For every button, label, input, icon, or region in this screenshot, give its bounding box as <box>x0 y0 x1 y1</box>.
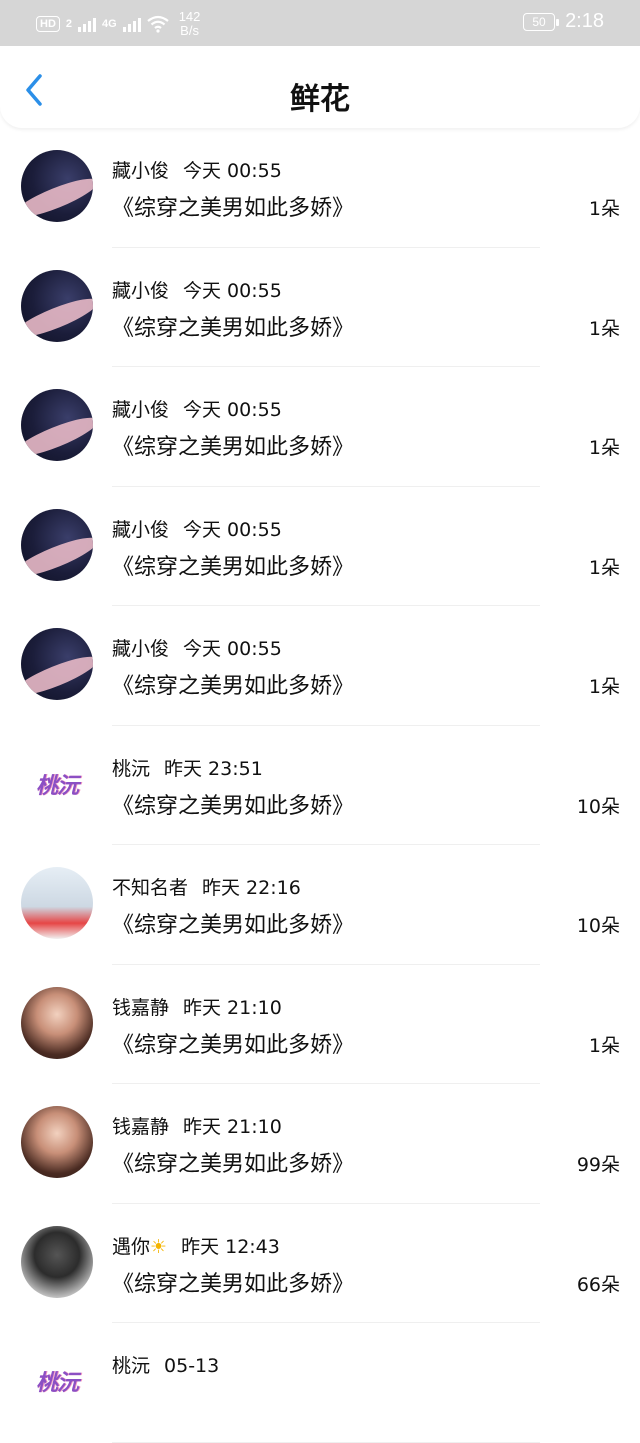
net-speed-value: 142 <box>178 9 201 24</box>
avatar[interactable] <box>21 269 93 342</box>
timestamp: 昨天 22:16 <box>202 877 301 899</box>
sender-line: 钱嘉静 昨天 21:10 <box>112 993 282 1020</box>
sender-name[interactable]: 桃沅 <box>112 1355 150 1377</box>
status-left: HD 2 4G 142 B/s <box>36 10 200 38</box>
list-item[interactable]: 遇你☀ 昨天 12:43 《综穿之美男如此多娇》 66朵 <box>0 1204 640 1323</box>
book-title: 《综穿之美男如此多娇》 <box>112 674 355 699</box>
status-right: 50 2:18 <box>523 10 604 33</box>
network-label: 4G <box>102 18 117 30</box>
flower-count: 10朵 <box>576 795 620 818</box>
sender-line: 钱嘉静 昨天 21:10 <box>112 1112 282 1139</box>
sender-name[interactable]: 不知名者 <box>112 877 188 899</box>
timestamp: 昨天 12:43 <box>181 1235 280 1258</box>
timestamp: 今天 00:55 <box>183 279 282 302</box>
sender-line: 藏小俊 今天 00:55 <box>112 515 282 542</box>
timestamp: 昨天 21:10 <box>183 1116 282 1138</box>
sender-name[interactable]: 藏小俊 <box>112 160 169 182</box>
timestamp: 今天 00:55 <box>183 399 282 421</box>
sender-name[interactable]: 藏小俊 <box>112 638 169 660</box>
sender-line: 藏小俊 今天 00:55 <box>112 395 282 422</box>
avatar[interactable] <box>21 1225 93 1298</box>
avatar[interactable]: 桃沅 <box>21 1345 93 1417</box>
avatar-logo-text: 桃沅 <box>35 1371 79 1396</box>
signal-icon-2 <box>122 16 141 32</box>
list-item[interactable]: 不知名者 昨天 22:16 《综穿之美男如此多娇》 10朵 <box>0 845 640 965</box>
avatar[interactable] <box>21 986 93 1059</box>
sender-line: 不知名者 昨天 22:16 <box>112 873 301 900</box>
avatar[interactable] <box>21 867 93 939</box>
avatar[interactable] <box>21 150 93 222</box>
timestamp: 今天 00:55 <box>183 160 282 182</box>
timestamp: 昨天 23:51 <box>164 757 263 780</box>
flower-list: 藏小俊 今天 00:55 《综穿之美男如此多娇》 1朵 藏小俊 今天 00:55 《综穿之美… <box>0 128 640 1443</box>
list-item[interactable]: 藏小俊 今天 00:55 《综穿之美男如此多娇》 1朵 <box>0 367 640 487</box>
avatar-logo-text: 桃沅 <box>35 773 79 799</box>
flower-count: 1朵 <box>588 437 620 459</box>
timestamp: 05-13 <box>164 1355 220 1377</box>
nav-bar: 鲜花 <box>0 46 640 128</box>
signal-icon <box>78 16 97 32</box>
hd-badge: HD <box>36 16 60 32</box>
avatar[interactable]: 桃沅 <box>21 747 93 820</box>
wifi-icon <box>147 15 169 33</box>
sender-name[interactable]: 桃沅 <box>112 758 150 780</box>
divider <box>112 1441 540 1443</box>
status-bar: HD 2 4G 142 B/s 50 2:18 <box>0 0 640 46</box>
sender-name[interactable]: 遇你 <box>112 1236 150 1258</box>
sim-badge: 2 <box>65 18 73 30</box>
battery-icon: 50 <box>523 12 560 31</box>
book-title: 《综穿之美男如此多娇》 <box>112 435 355 460</box>
timestamp: 昨天 21:10 <box>183 996 282 1019</box>
list-item[interactable]: 藏小俊 今天 00:55 《综穿之美男如此多娇》 1朵 <box>0 606 640 726</box>
sender-name[interactable]: 藏小俊 <box>112 280 169 302</box>
book-title: 《综穿之美男如此多娇》 <box>112 196 355 221</box>
list-item[interactable]: 藏小俊 今天 00:55 《综穿之美男如此多娇》 1朵 <box>0 248 640 367</box>
book-title: 《综穿之美男如此多娇》 <box>112 1271 355 1297</box>
book-title: 《综穿之美男如此多娇》 <box>112 554 355 580</box>
flower-count: 1朵 <box>588 1034 620 1057</box>
flower-count: 99朵 <box>576 1154 620 1176</box>
avatar[interactable] <box>21 508 93 581</box>
list-item[interactable]: 钱嘉静 昨天 21:10 《综穿之美男如此多娇》 99朵 <box>0 1084 640 1204</box>
flower-count: 66朵 <box>576 1273 620 1296</box>
flower-count: 1朵 <box>588 317 620 340</box>
book-title: 《综穿之美男如此多娇》 <box>112 793 355 819</box>
sender-line: 藏小俊 今天 00:55 <box>112 276 282 303</box>
sender-name[interactable]: 藏小俊 <box>112 519 169 541</box>
page-title: 鲜花 <box>290 82 350 117</box>
net-speed-unit: B/s <box>180 23 199 38</box>
sender-line: 桃沅 05-13 <box>112 1351 219 1378</box>
list-item[interactable]: 桃沅 桃沅 昨天 23:51 《综穿之美男如此多娇》 10朵 <box>0 726 640 845</box>
list-item[interactable]: 藏小俊 今天 00:55 《综穿之美男如此多娇》 1朵 <box>0 487 640 606</box>
sender-line: 遇你☀ 昨天 12:43 <box>112 1232 280 1259</box>
timestamp: 今天 00:55 <box>183 518 282 541</box>
timestamp: 今天 00:55 <box>183 638 282 660</box>
book-title: 《综穿之美男如此多娇》 <box>112 1152 355 1177</box>
sender-name[interactable]: 钱嘉静 <box>112 1116 169 1138</box>
clock: 2:18 <box>565 10 604 32</box>
avatar[interactable] <box>21 1106 93 1178</box>
flower-count: 1朵 <box>588 198 620 220</box>
sender-name[interactable]: 钱嘉静 <box>112 997 169 1019</box>
book-title: 《综穿之美男如此多娇》 <box>112 913 355 938</box>
sender-line: 藏小俊 今天 00:55 <box>112 156 282 183</box>
book-title: 《综穿之美男如此多娇》 <box>112 315 355 341</box>
flower-count: 1朵 <box>588 556 620 579</box>
sender-name[interactable]: 藏小俊 <box>112 399 169 421</box>
sender-line: 桃沅 昨天 23:51 <box>112 754 263 781</box>
book-title: 《综穿之美男如此多娇》 <box>112 1032 355 1058</box>
list-item[interactable]: 藏小俊 今天 00:55 《综穿之美男如此多娇》 1朵 <box>0 128 640 248</box>
list-item[interactable]: 钱嘉静 昨天 21:10 《综穿之美男如此多娇》 1朵 <box>0 965 640 1084</box>
list-item[interactable]: 桃沅 桃沅 05-13 <box>0 1323 640 1443</box>
sender-line: 藏小俊 今天 00:55 <box>112 634 282 661</box>
flower-count: 1朵 <box>588 676 620 698</box>
flower-count: 10朵 <box>576 915 620 937</box>
sun-icon: ☀ <box>150 1235 168 1258</box>
avatar[interactable] <box>21 628 93 700</box>
avatar[interactable] <box>21 389 93 461</box>
net-speed: 142 B/s <box>179 10 201 38</box>
